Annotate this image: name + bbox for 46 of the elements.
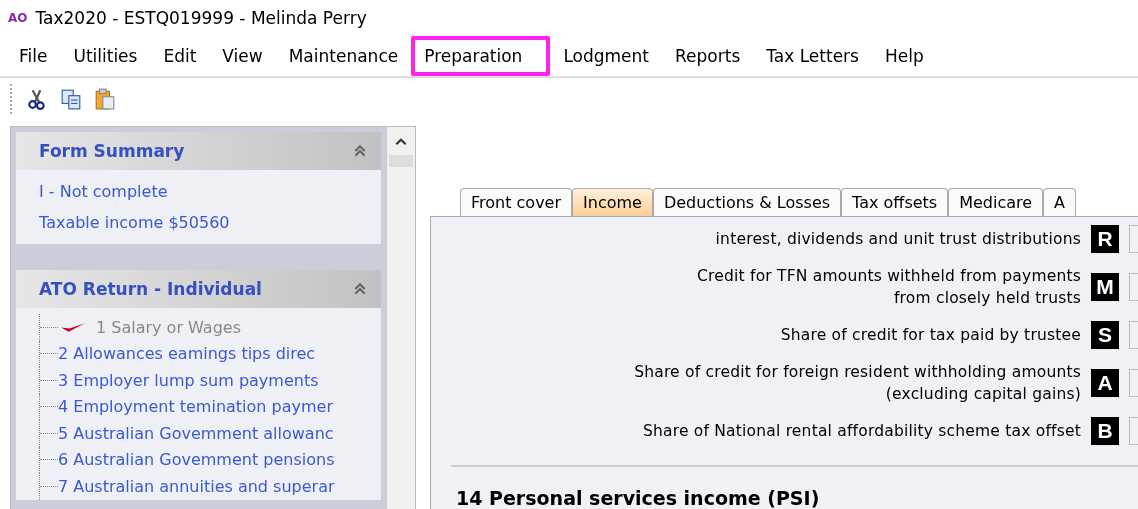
scrollbar[interactable]: [386, 127, 415, 509]
scroll-up-icon[interactable]: [394, 137, 408, 147]
field-code: B: [1091, 417, 1119, 445]
field-label: Share of National rental affordability scheme tax offset: [643, 421, 1081, 442]
tree-item[interactable]: 4 Employment temination paymer: [58, 397, 333, 417]
menu-item[interactable]: Reports: [662, 36, 754, 76]
menu-item[interactable]: Help: [872, 36, 937, 76]
panel-header[interactable]: Form Summary: [16, 132, 381, 170]
field-label: interest, dividends and unit trust distributions: [715, 229, 1081, 250]
tree-item[interactable]: 7 Australian annuities and superar: [58, 476, 335, 496]
tab[interactable]: Medicare: [948, 188, 1044, 216]
menu-item[interactable]: Utilities: [60, 36, 151, 76]
tree-item[interactable]: 2 Allowances eamings tips direc: [58, 344, 316, 364]
menu-item[interactable]: Edit: [150, 36, 210, 76]
menu-item[interactable]: Tax Letters: [753, 36, 872, 76]
field-label: Credit for TFN amounts withheld from payments from closely held trusts: [697, 266, 1081, 309]
collapse-icon[interactable]: [353, 144, 367, 158]
field-code: A: [1091, 369, 1119, 397]
menu-item[interactable]: View: [209, 36, 276, 76]
clipboard-icon[interactable]: [94, 88, 116, 110]
menu-item[interactable]: Preparation: [411, 36, 551, 76]
tab[interactable]: Front cover: [460, 188, 573, 216]
section-heading: 14 Personal services income (PSI): [455, 487, 821, 509]
panel-header[interactable]: ATO Return - Individual: [16, 270, 381, 308]
tree-item[interactable]: 3 Employer lump sum payments: [58, 370, 319, 390]
tab[interactable]: Tax offsets: [841, 188, 949, 216]
summary-link[interactable]: Taxable income $50560: [39, 207, 381, 238]
menu-item[interactable]: File: [6, 36, 61, 76]
field-label: Share of credit for foreign resident withholding amounts (excluding capital gains): [634, 362, 1081, 405]
field-code: R: [1091, 225, 1119, 253]
field-code: S: [1091, 321, 1119, 349]
collapse-icon[interactable]: [353, 282, 367, 296]
tree-item[interactable]: 6 Australian Govemment pensions: [58, 450, 335, 470]
menu-item[interactable]: Maintenance: [275, 36, 412, 76]
tree-item[interactable]: 5 Australian Govemment allowanc: [58, 423, 334, 443]
field-code: M: [1091, 273, 1119, 301]
tab[interactable]: Deductions & Losses: [652, 188, 842, 216]
tab[interactable]: A: [1043, 188, 1077, 216]
app-logo: AO: [8, 11, 28, 25]
copy-icon[interactable]: [60, 88, 82, 110]
window-title: Tax2020 - ESTQ019999 - Melinda Perry: [35, 8, 367, 28]
scissors-icon[interactable]: [26, 88, 48, 110]
field-label: Share of credit for tax paid by trustee: [780, 325, 1081, 346]
tab[interactable]: Income: [572, 188, 653, 216]
summary-link[interactable]: I - Not complete: [39, 176, 381, 207]
menu-item[interactable]: Lodgment: [550, 36, 663, 76]
